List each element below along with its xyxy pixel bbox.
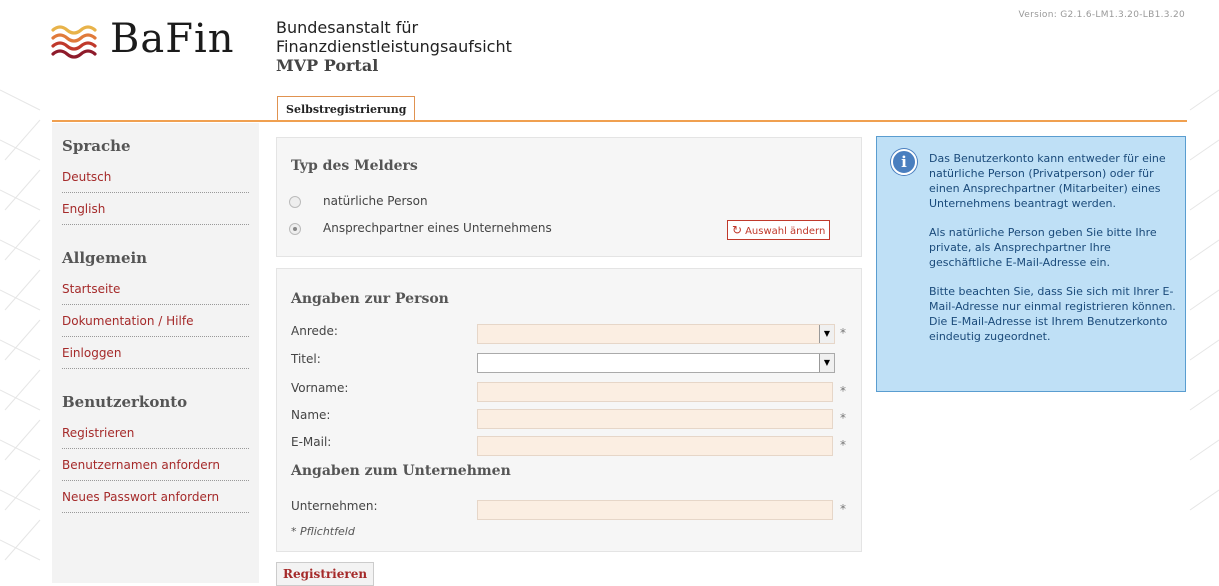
register-button[interactable]: Registrieren: [276, 562, 375, 586]
anrede-label: Anrede:: [291, 324, 338, 338]
chevron-down-icon: ▼: [819, 325, 834, 343]
email-label: E-Mail:: [291, 435, 332, 449]
radio-natuerliche-person[interactable]: [289, 195, 301, 208]
name-input[interactable]: [477, 409, 833, 429]
name-required: *: [840, 411, 846, 425]
bafin-waves-icon: [51, 25, 97, 59]
org-title: Bundesanstalt für Finanzdienstleistungsa…: [276, 18, 512, 75]
sidebar-heading-benutzerkonto: Benutzerkonto: [62, 393, 188, 411]
change-selection-label: Auswahl ändern: [745, 226, 826, 237]
sidebar-heading-allgemein: Allgemein: [62, 249, 148, 267]
sidebar-item-dokumentation[interactable]: Dokumentation / Hilfe: [62, 305, 249, 337]
info-box: i Das Benutzerkonto kann entweder für ei…: [876, 136, 1186, 392]
vorname-label: Vorname:: [291, 381, 349, 395]
chevron-down-icon: ▼: [819, 354, 834, 372]
org-line-2: Finanzdienstleistungsaufsicht: [276, 37, 512, 56]
email-required: *: [840, 438, 846, 452]
sidebar-heading-sprache: Sprache: [62, 137, 131, 155]
vorname-input[interactable]: [477, 382, 833, 402]
sidebar-item-passwort[interactable]: Neues Passwort anfordern: [62, 481, 249, 513]
tab-bar: Selbstregistrierung: [277, 96, 416, 122]
tab-divider: [52, 120, 1187, 122]
vorname-required: *: [840, 384, 846, 398]
tab-selbstregistrierung[interactable]: Selbstregistrierung: [277, 96, 416, 122]
info-paragraph-3: Bitte beachten Sie, dass Sie sich mit Ih…: [929, 285, 1176, 343]
sidebar-item-einloggen[interactable]: Einloggen: [62, 337, 249, 369]
sidebar-item-english[interactable]: English: [62, 193, 249, 225]
unternehmen-required: *: [840, 502, 846, 516]
email-input[interactable]: [477, 436, 833, 456]
refresh-icon: ↻: [732, 223, 743, 237]
company-heading: Angaben zum Unternehmen: [291, 463, 511, 479]
sidebar-item-registrieren[interactable]: Registrieren: [62, 417, 249, 449]
logo-text: BaFin: [110, 16, 235, 62]
change-selection-button[interactable]: ↻ Auswahl ändern: [727, 220, 831, 240]
titel-select[interactable]: ▼: [477, 353, 835, 373]
radio-label-natuerliche-person: natürliche Person: [323, 194, 428, 208]
info-text: Das Benutzerkonto kann entweder für eine…: [929, 151, 1177, 358]
info-icon: i: [891, 149, 917, 175]
unternehmen-label: Unternehmen:: [291, 499, 378, 513]
sidebar-item-benutzernamen[interactable]: Benutzernamen anfordern: [62, 449, 249, 481]
melder-heading: Typ des Melders: [291, 158, 418, 174]
name-label: Name:: [291, 408, 331, 422]
person-panel: Angaben zur Person Anrede: ▼ * Titel: ▼ …: [276, 268, 862, 552]
anrede-required: *: [840, 326, 846, 340]
info-paragraph-1: Das Benutzerkonto kann entweder für eine…: [929, 152, 1166, 210]
titel-label: Titel:: [291, 352, 321, 366]
org-line-1: Bundesanstalt für: [276, 18, 419, 37]
sidebar: Sprache Deutsch English Allgemein Starts…: [52, 123, 259, 583]
radio-label-ansprechpartner: Ansprechpartner eines Unternehmens: [323, 221, 552, 235]
info-paragraph-2: Als natürliche Person geben Sie bitte Ih…: [929, 226, 1157, 269]
anrede-select[interactable]: ▼: [477, 324, 835, 344]
person-heading: Angaben zur Person: [291, 291, 449, 307]
sidebar-item-startseite[interactable]: Startseite: [62, 273, 249, 305]
melder-panel: Typ des Melders natürliche Person Anspre…: [276, 137, 862, 257]
required-field-note: * Pflichtfeld: [291, 525, 355, 538]
radio-row-ansprechpartner[interactable]: Ansprechpartner eines Unternehmens: [289, 221, 552, 235]
sidebar-item-deutsch[interactable]: Deutsch: [62, 161, 249, 193]
version-label: Version: G2.1.6-LM1.3.20-LB1.3.20: [1018, 10, 1185, 20]
unternehmen-input[interactable]: [477, 500, 833, 520]
bafin-logo: BaFin: [50, 16, 240, 68]
portal-title: MVP Portal: [276, 56, 379, 75]
radio-ansprechpartner[interactable]: [289, 222, 301, 235]
radio-row-natuerliche-person[interactable]: natürliche Person: [289, 194, 428, 208]
